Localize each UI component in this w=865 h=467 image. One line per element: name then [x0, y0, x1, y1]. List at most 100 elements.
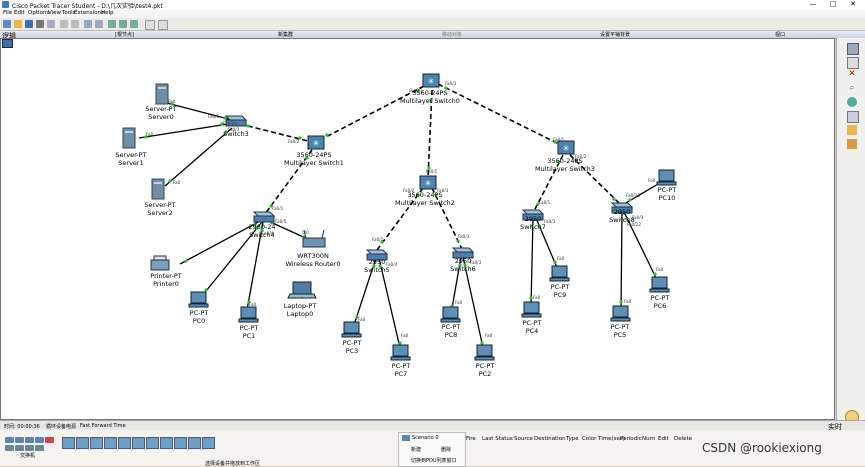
server0-icon — [155, 83, 169, 105]
port-label: Fa0 — [485, 333, 493, 338]
device-2950-24-icon[interactable] — [76, 437, 89, 449]
server1-icon — [122, 127, 136, 149]
link-switch3-ml1 — [239, 123, 313, 143]
pc4-icon — [521, 301, 542, 318]
pc6-label: PC-PT PC6 — [650, 294, 670, 310]
add-complex-pdu-icon[interactable] — [847, 139, 857, 149]
port-label: Fa0 — [249, 302, 257, 307]
watermark: CSDN @rookiexiong — [702, 441, 822, 455]
pc5-icon — [610, 305, 631, 322]
inspect-icon[interactable]: ⌕ — [847, 83, 857, 93]
device-generic-switch-icon[interactable] — [118, 437, 131, 449]
server1-label: Server-PT Server1 — [115, 151, 147, 167]
port-label: Fa0/2 — [575, 154, 587, 159]
add-simple-pdu-icon[interactable] — [847, 125, 857, 135]
server0-label: Server-PT Server0 — [145, 105, 177, 121]
pdu-col-last-status: Last Status — [482, 436, 513, 442]
device-3650-icon[interactable] — [160, 437, 173, 449]
pc3-label: PC-PT PC3 — [342, 339, 362, 355]
port-label: Fa0 — [146, 132, 154, 137]
port-label: Fa0/23 — [626, 193, 640, 198]
category-routers-icon[interactable] — [5, 437, 14, 443]
category-wan-icon[interactable] — [15, 445, 24, 451]
multilayer-switch2-icon: ✳ — [419, 175, 437, 190]
category-multiuser-icon[interactable] — [35, 445, 44, 451]
port-label: Fa0 — [624, 299, 632, 304]
svg-text:✳: ✳ — [428, 77, 435, 86]
link-server0-switch3 — [166, 102, 233, 121]
laptop-icon — [287, 281, 317, 299]
category-hubs-icon[interactable] — [25, 437, 34, 443]
port-label: Fa0/2 — [403, 188, 415, 193]
port-label: 0/0 — [302, 230, 309, 235]
close-button[interactable]: ✕ — [846, 0, 860, 8]
port-label: Fa0/4 — [262, 231, 274, 236]
note-icon[interactable] — [847, 57, 859, 69]
category-custom-icon[interactable] — [25, 445, 34, 451]
port-label: Fa0/1 — [272, 206, 284, 211]
port-label: Fa0 — [358, 317, 366, 322]
device-ie2000-icon[interactable] — [188, 437, 201, 449]
delete-scenario-button[interactable]: 删除 — [441, 446, 451, 453]
pc5-label: PC-PT PC5 — [610, 323, 630, 339]
port-label: Fa0 — [168, 99, 176, 104]
pc9-label: PC-PT PC9 — [550, 283, 570, 299]
port-label: Fa0/3 — [544, 219, 556, 224]
device-generic-switch2-icon[interactable] — [132, 437, 145, 449]
device-2950t-icon[interactable] — [90, 437, 103, 449]
port-label: Fa0/1 — [553, 137, 565, 142]
multilayer-switch2-label: 3560-24PS Multilayer Switch2 — [395, 191, 455, 207]
device-2950-12-icon[interactable] — [62, 437, 75, 449]
fast-forward-button[interactable]: Fast Forward Time — [80, 423, 126, 429]
toggle-pdu-list-button[interactable]: 切换到PDU列表窗口 — [411, 457, 457, 464]
pdu-col-periodic: Periodic — [620, 436, 642, 442]
pdu-col-edit: Edit — [658, 436, 669, 442]
svg-text:✳: ✳ — [425, 179, 432, 188]
device-2960-icon[interactable] — [104, 437, 117, 449]
pc7-label: PC-PT PC7 — [391, 362, 411, 378]
device-extra-icon[interactable] — [202, 437, 215, 449]
delete-icon[interactable]: ✕ — [847, 69, 857, 79]
port-label: Fa0/3 — [445, 81, 457, 86]
scenario-icon — [402, 435, 410, 441]
multilayer-switch1-icon: ✳ — [307, 135, 325, 150]
pc7-icon — [390, 344, 411, 361]
port-label: Fa0/3 — [470, 260, 482, 265]
device-3560-icon[interactable] — [146, 437, 159, 449]
port-label: Gig0/1 — [409, 88, 423, 93]
power-cycle-button[interactable]: 循环设备电源 — [46, 423, 76, 430]
pc3-icon — [341, 321, 362, 338]
laptop-label: Laptop-PT Laptop0 — [283, 302, 317, 318]
pc8-icon — [440, 306, 461, 323]
category-switches-icon[interactable] — [15, 437, 24, 443]
multilayer-switch0-icon: ✳ — [422, 73, 440, 88]
printer-icon — [150, 255, 170, 271]
pc9-icon — [549, 265, 570, 282]
category-connections-icon[interactable] — [45, 437, 54, 443]
port-label: Fa0/5 — [275, 219, 287, 224]
pc8-label: PC-PT PC8 — [441, 323, 461, 339]
port-label: Fa0 — [173, 180, 181, 185]
device-bridge-icon[interactable] — [174, 437, 187, 449]
select-icon[interactable] — [847, 43, 859, 55]
pc0-icon — [188, 291, 209, 308]
port-label: Fa0/3 — [632, 215, 644, 220]
pdu-col-destination: Destination — [534, 436, 566, 442]
port-label: Fa0 — [656, 267, 664, 272]
topology-links: ✳ ✳ ✳ ✳ — [122, 73, 677, 361]
category-wireless-icon[interactable] — [35, 437, 44, 443]
port-label: Fa0/1 — [208, 114, 220, 119]
pc6-icon — [649, 276, 670, 293]
port-label: Fa0/24 — [223, 121, 237, 126]
port-label: Fa0/3 — [437, 188, 449, 193]
resize-icon[interactable] — [847, 111, 859, 123]
scenario-select[interactable]: Scenario 0 — [412, 435, 439, 441]
pdu-col-type: Type — [566, 436, 579, 442]
shape-icon[interactable] — [847, 97, 857, 107]
pc2-label: PC-PT PC2 — [475, 362, 495, 378]
category-end-devices-icon[interactable] — [5, 445, 14, 451]
pc4-label: PC-PT PC4 — [522, 319, 542, 335]
pdu-col-num: Num — [642, 436, 655, 442]
svg-text:✳: ✳ — [313, 139, 320, 148]
new-scenario-button[interactable]: 新建 — [411, 446, 421, 453]
